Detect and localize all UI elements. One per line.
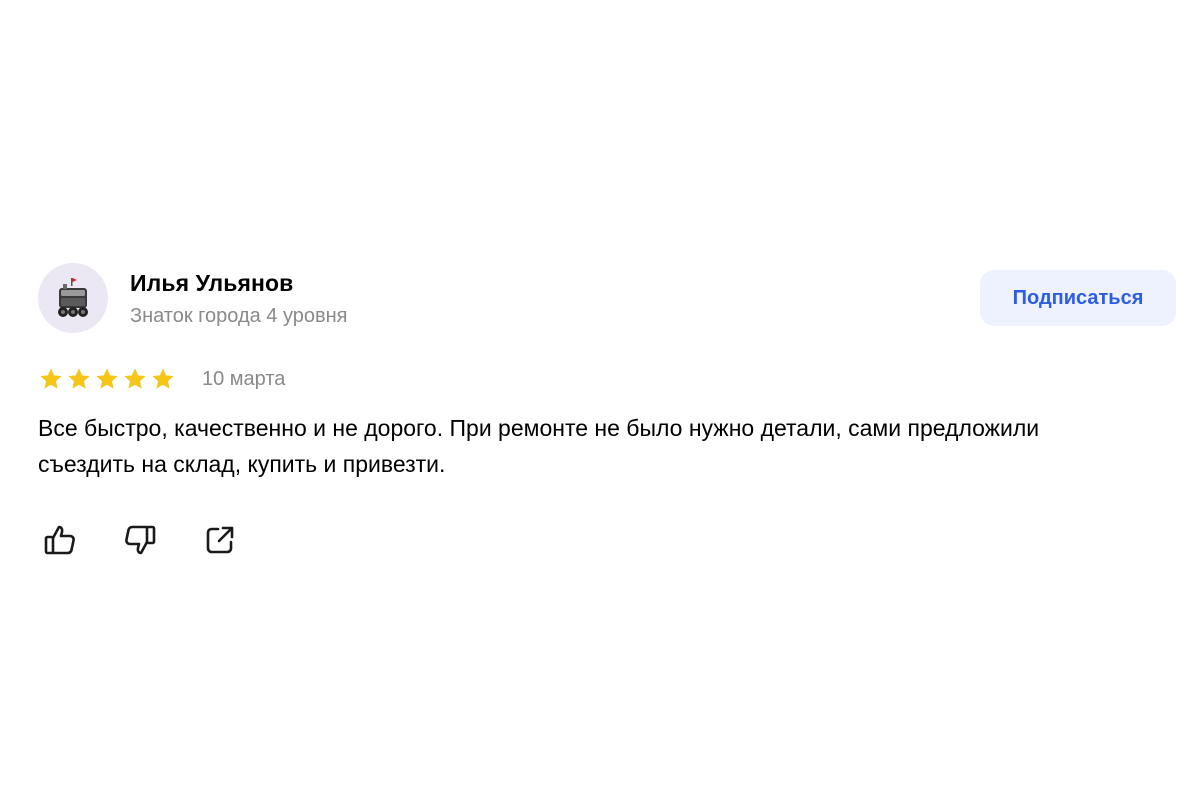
review-header: Илья Ульянов Знаток города 4 уровня Подп… — [38, 262, 1178, 334]
share-icon — [206, 526, 234, 554]
review-actions — [38, 522, 1178, 558]
author-info: Илья Ульянов Знаток города 4 уровня — [130, 268, 348, 328]
author-name[interactable]: Илья Ульянов — [130, 268, 348, 298]
thumbs-down-icon — [125, 525, 156, 555]
avatar[interactable] — [38, 263, 108, 333]
star-icon — [40, 368, 62, 389]
share-button[interactable] — [202, 522, 238, 558]
author-level: Знаток города 4 уровня — [130, 305, 348, 327]
subscribe-button[interactable]: Подписаться — [980, 270, 1176, 326]
star-icon — [152, 368, 174, 389]
dislike-button[interactable] — [122, 522, 158, 558]
like-button[interactable] — [42, 522, 78, 558]
review-meta: 10 марта — [38, 364, 1178, 394]
review-text: Все быстро, качественно и не дорого. При… — [38, 415, 1040, 477]
review-card: Илья Ульянов Знаток города 4 уровня Подп… — [38, 262, 1178, 558]
thumbs-up-icon — [44, 525, 75, 555]
star-icon — [96, 368, 118, 389]
star-icon — [124, 368, 146, 389]
rating-stars — [38, 366, 176, 392]
robot-avatar-icon — [58, 278, 88, 317]
star-icon — [68, 368, 90, 389]
review-date: 10 марта — [202, 367, 286, 390]
